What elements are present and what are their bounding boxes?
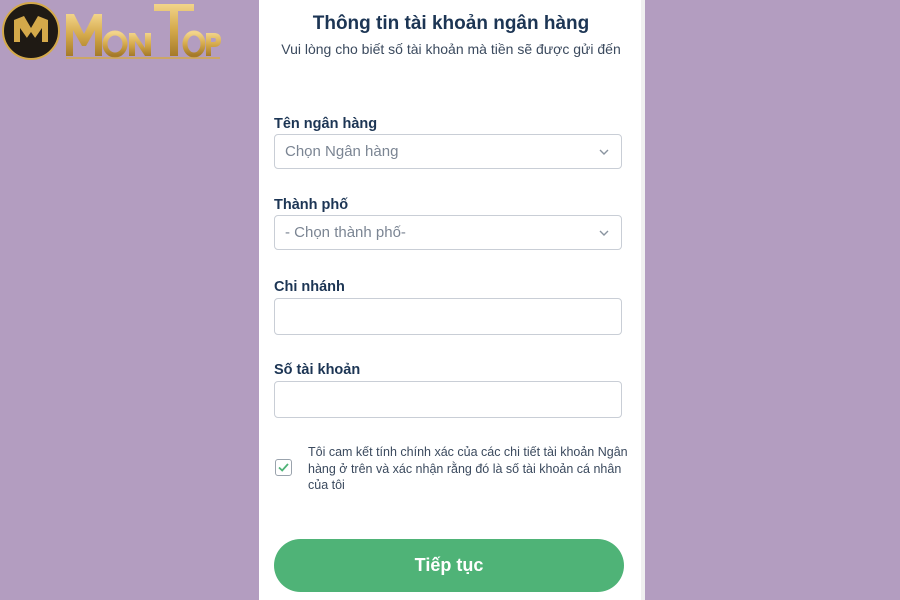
city-select[interactable]: - Chọn thành phố- <box>274 215 622 250</box>
logo-icon <box>2 2 60 60</box>
city-select-value: - Chọn thành phố- <box>285 224 406 241</box>
account-number-label: Số tài khoản <box>274 362 361 378</box>
bank-select[interactable]: Chọn Ngân hàng <box>274 134 622 169</box>
scrollbar-track[interactable] <box>641 0 645 600</box>
check-icon <box>278 463 289 472</box>
account-number-input[interactable] <box>274 381 622 418</box>
branch-input[interactable] <box>274 298 622 335</box>
consent-checkbox[interactable] <box>275 459 292 476</box>
page-subtitle: Vui lòng cho biết số tài khoản mà tiền s… <box>281 41 621 57</box>
bank-account-card: Thông tin tài khoản ngân hàng Vui lòng c… <box>259 0 643 600</box>
city-label: Thành phố <box>274 197 349 213</box>
page-title: Thông tin tài khoản ngân hàng <box>312 13 590 34</box>
consent-text: Tôi cam kết tính chính xác của các chi t… <box>308 445 628 492</box>
bank-select-value: Chọn Ngân hàng <box>285 143 399 160</box>
logo-wordmark <box>66 4 221 59</box>
branch-label: Chi nhánh <box>274 279 345 295</box>
continue-button[interactable]: Tiếp tục <box>274 539 624 592</box>
brand-logo[interactable] <box>0 0 225 62</box>
bank-name-label: Tên ngân hàng <box>274 116 378 132</box>
chevron-down-icon <box>599 149 609 155</box>
chevron-down-icon <box>599 230 609 236</box>
